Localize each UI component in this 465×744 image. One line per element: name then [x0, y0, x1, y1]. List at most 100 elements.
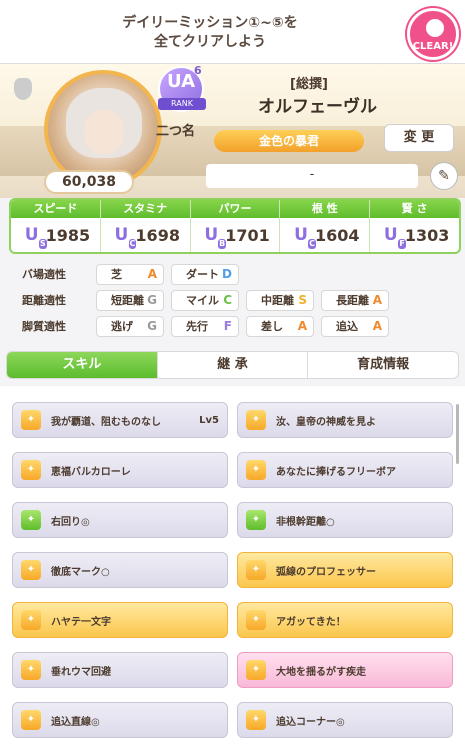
aptitude-label: 脚質適性 [22, 320, 66, 333]
mission-line-1: デイリーミッション①~⑤を [122, 15, 298, 31]
detail-tabs: スキル 継 承 育成情報 [6, 351, 459, 379]
skill-level: Lv5 [199, 414, 219, 426]
aptitude-cell: 差し A [246, 315, 314, 337]
aptitude-label: 距離適性 [22, 294, 66, 307]
stat-grade-letter: U [383, 225, 398, 245]
skill-name: 右回り◎ [51, 516, 90, 528]
aptitude-grade: G [147, 293, 157, 307]
aptitude-cell: 長距離 A [321, 289, 389, 311]
aptitude-grade: A [372, 293, 382, 307]
stat-body: U S 1985 [11, 218, 100, 252]
daily-mission-banner[interactable]: デイリーミッション①~⑤を 全てクリアしよう CLEAR! [0, 0, 465, 64]
aptitude-grade: C [223, 293, 232, 307]
tab-training-info[interactable]: 育成情報 [308, 352, 458, 378]
skill-icon: ✦ [246, 710, 266, 730]
aptitude-name: 先行 [186, 320, 208, 333]
stat-grade-sub: S [38, 239, 47, 249]
track-aptitude-row: バ場適性 芝 A ダート D [22, 263, 246, 285]
special-title-badge: 金色の暴君 [214, 130, 364, 152]
skill-card[interactable]: ✦ 我が覇道、阻むものなし Lv5 [12, 402, 228, 438]
mission-text: デイリーミッション①~⑤を 全てクリアしよう [60, 14, 360, 52]
distance-aptitude-row: 距離適性 短距離 G マイル C 中距離 S 長距離 A [22, 289, 396, 311]
skill-icon: ✦ [21, 710, 41, 730]
stat-1: スタミナ U C 1698 [100, 200, 191, 252]
stat-grade: UF [380, 223, 406, 249]
aptitude-grade: A [147, 267, 157, 281]
aptitude-cell: ダート D [171, 263, 239, 285]
stat-value: 1303 [404, 225, 450, 245]
stat-grade: UB [200, 223, 227, 249]
aptitude-grade: A [297, 319, 307, 333]
aptitude-grade: A [372, 319, 382, 333]
aptitude-cell: マイル C [171, 289, 239, 311]
aptitude-name: 長距離 [336, 294, 369, 307]
skill-name: 恵福バルカローレ [51, 466, 131, 478]
mission-line-2: 全てクリアしよう [154, 34, 266, 50]
skill-card[interactable]: ✦ 徹底マーク○ [12, 552, 228, 588]
aptitude-cell: 中距離 S [246, 289, 314, 311]
aptitude-name: 短距離 [111, 294, 144, 307]
scrollbar[interactable] [456, 404, 459, 464]
pencil-icon[interactable]: ✎ [430, 162, 458, 190]
stat-body: U B 1701 [191, 218, 280, 252]
skill-card[interactable]: ✦ 非根幹距離○ [237, 502, 453, 538]
skill-name: 非根幹距離○ [276, 516, 335, 528]
skill-icon: ✦ [21, 460, 41, 480]
clear-badge[interactable]: CLEAR! [407, 8, 459, 60]
stat-body: U C 1698 [101, 218, 190, 252]
aptitude-cell: 追込 A [321, 315, 389, 337]
carrot-icon [14, 78, 32, 100]
skill-card[interactable]: ✦ 右回り◎ [12, 502, 228, 538]
stat-grade-letter: U [294, 225, 308, 245]
skill-name: 追込直線◎ [51, 716, 100, 728]
stat-grade-letter: U [24, 225, 39, 245]
portrait-face [84, 110, 124, 154]
skill-name: ハヤテ一文字 [51, 616, 111, 628]
aptitude-name: 中距離 [261, 294, 294, 307]
skill-icon: ✦ [246, 460, 266, 480]
tab-inheritance[interactable]: 継 承 [158, 352, 309, 378]
aptitude-cell: 芝A [96, 263, 164, 285]
skill-name: 汝、皇帝の神威を見よ [276, 416, 376, 428]
skill-card[interactable]: ✦ 汝、皇帝の神威を見よ [237, 402, 453, 438]
skill-name: アガッてきた！ [276, 616, 346, 628]
skill-list: ✦ 我が覇道、阻むものなし Lv5 ✦ 汝、皇帝の神威を見よ ✦ 恵福バルカローレ ✦ あなたに… [0, 386, 465, 744]
skill-icon: ✦ [21, 410, 41, 430]
skill-card[interactable]: ✦ ハヤテ一文字 [12, 602, 228, 638]
skill-card[interactable]: ✦ 垂れウマ回避 [12, 652, 228, 688]
skill-icon: ✦ [246, 510, 266, 530]
skill-icon: ✦ [21, 610, 41, 630]
stat-value: 1698 [135, 225, 180, 245]
skill-name: 大地を揺るがす疾走 [276, 666, 366, 678]
skill-card[interactable]: ✦ アガッてきた！ [237, 602, 453, 638]
change-title-button[interactable]: 変 更 [384, 124, 454, 152]
aptitude-name: 逃げ [111, 320, 133, 333]
stat-grade-sub: C [128, 239, 137, 249]
skill-name: 追込コーナー◎ [276, 716, 345, 728]
rank-number: 6 [194, 64, 202, 77]
skill-card[interactable]: ✦ あなたに捧げるフリーボア [237, 452, 453, 488]
tab-skills[interactable]: スキル [7, 352, 158, 378]
skill-name: 垂れウマ回避 [51, 666, 111, 678]
skill-card[interactable]: ✦ 追込コーナー◎ [237, 702, 453, 738]
aptitude-grade: F [223, 319, 232, 333]
skill-icon: ✦ [21, 560, 41, 580]
aptitude-grade: G [147, 319, 157, 333]
rank-badge: UA 6 RANK [158, 64, 206, 112]
stat-body: U F 1303 [370, 218, 459, 252]
stat-grade: UC [290, 223, 317, 249]
skill-name: あなたに捧げるフリーボア [276, 466, 396, 478]
aptitude-name: 差し [261, 320, 283, 333]
skill-name: 弧線のプロフェッサー [276, 566, 376, 578]
stat-label: 賢 さ [370, 200, 459, 218]
skill-card[interactable]: ✦ 追込直線◎ [12, 702, 228, 738]
skill-card[interactable]: ✦ 弧線のプロフェッサー [237, 552, 453, 588]
stat-grade-sub: F [398, 239, 406, 249]
skill-name: 我が覇道、阻むものなし [51, 416, 161, 428]
aptitude-cell: 先行 F [171, 315, 239, 337]
stat-3: 根 性 U C 1604 [280, 200, 371, 252]
skill-card[interactable]: ✦ 恵福バルカローレ [12, 452, 228, 488]
skill-card[interactable]: ✦ 大地を揺るがす疾走 [237, 652, 453, 688]
stat-0: スピード U S 1985 [11, 200, 101, 252]
aptitude-label: バ場適性 [22, 268, 66, 281]
